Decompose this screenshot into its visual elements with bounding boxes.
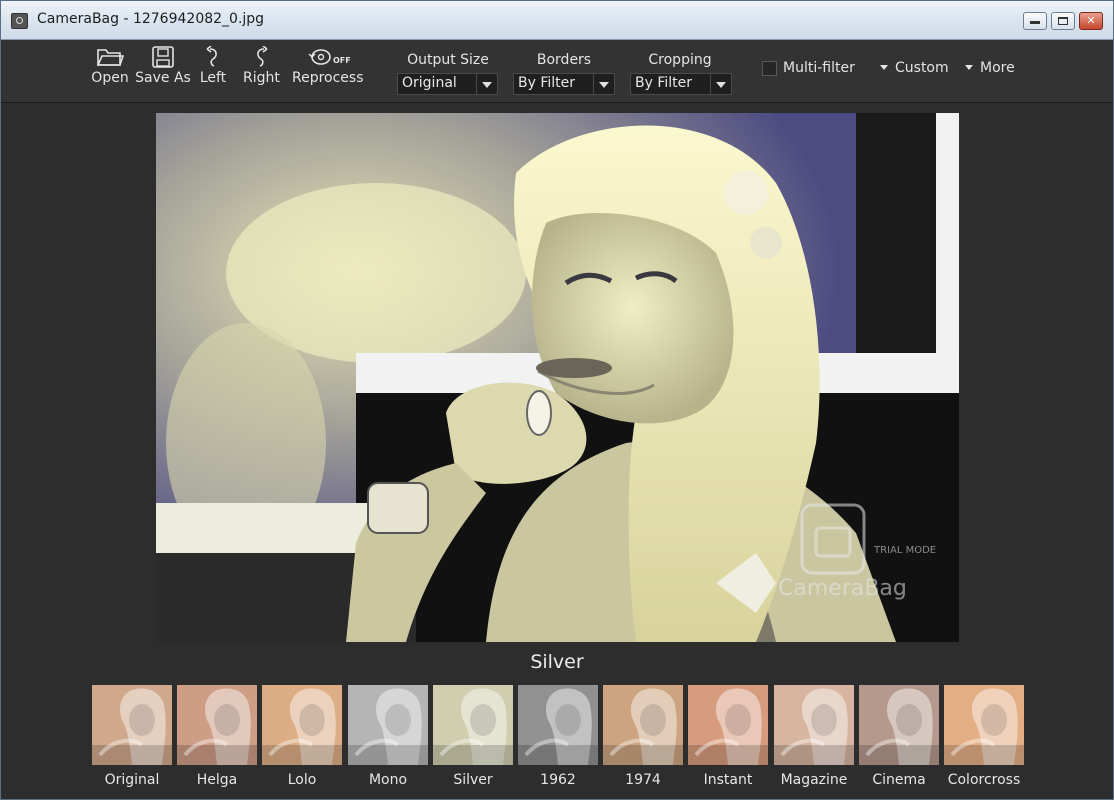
borders-label: Borders	[536, 52, 592, 68]
rotate-left-button[interactable]: Left	[197, 42, 229, 86]
rotate-right-button[interactable]: Right	[243, 42, 280, 86]
filter-label: Magazine	[780, 772, 848, 788]
filter-label: Silver	[453, 772, 493, 788]
camerabag-app-icon	[11, 13, 28, 29]
save-icon	[152, 46, 174, 68]
filter-thumbnail[interactable]	[262, 685, 342, 765]
save-as-button[interactable]: Save As	[135, 42, 191, 86]
filter-preview-image	[518, 685, 598, 765]
open-button[interactable]: Open	[91, 42, 129, 86]
borders-value: By Filter	[518, 75, 576, 91]
minimize-button[interactable]	[1023, 12, 1047, 30]
close-button[interactable]: ✕	[1079, 12, 1103, 30]
cropping-label: Cropping	[648, 52, 712, 68]
output-size-label: Output Size	[407, 52, 489, 68]
filter-preview-image	[433, 685, 513, 765]
photo-preview[interactable]: TRIAL MODE CameraBag	[156, 113, 959, 642]
filter-preview-image	[774, 685, 854, 765]
cropping-value: By Filter	[635, 75, 693, 91]
filter-thumbnail[interactable]	[688, 685, 768, 765]
filter-label: Original	[104, 772, 160, 788]
triangle-down-icon	[965, 65, 973, 70]
reprocess-button[interactable]: OFF Reprocess	[292, 42, 364, 86]
borders-select[interactable]: By Filter	[513, 73, 615, 95]
chevron-down-icon	[476, 74, 497, 94]
filter-thumbnail[interactable]	[603, 685, 683, 765]
filter-label: 1962	[540, 772, 576, 788]
preview-area: TRIAL MODE CameraBag Silver Original Helg…	[1, 103, 1113, 799]
maximize-button[interactable]	[1051, 12, 1075, 30]
svg-text:CameraBag: CameraBag	[778, 576, 907, 601]
filter-thumbnail[interactable]	[92, 685, 172, 765]
filter-preview-image	[348, 685, 428, 765]
rotate-left-icon	[206, 46, 217, 67]
filter-thumbnail[interactable]	[944, 685, 1024, 765]
output-size-value: Original	[402, 75, 457, 91]
save-as-label: Save As	[135, 70, 191, 86]
filter-preview-image	[859, 685, 939, 765]
svg-text:OFF: OFF	[333, 56, 351, 65]
right-label: Right	[243, 70, 280, 86]
filter-thumbnail[interactable]	[177, 685, 257, 765]
silver-filtered-portrait-image: TRIAL MODE CameraBag	[156, 113, 959, 642]
multi-filter-label[interactable]: Multi-filter	[783, 60, 855, 76]
filter-preview-image	[603, 685, 683, 765]
custom-dropdown[interactable]: Custom	[880, 60, 949, 76]
custom-label: Custom	[895, 60, 949, 76]
filter-preview-image	[262, 685, 342, 765]
filter-label: Instant	[703, 772, 753, 788]
svg-text:TRIAL MODE: TRIAL MODE	[873, 545, 936, 556]
chevron-down-icon	[710, 74, 731, 94]
more-label: More	[980, 60, 1015, 76]
filter-preview-image	[688, 685, 768, 765]
filter-thumbnail[interactable]	[774, 685, 854, 765]
filter-label: Cinema	[872, 772, 926, 788]
filter-thumbnail[interactable]	[433, 685, 513, 765]
filter-label: Mono	[368, 772, 408, 788]
output-size-select[interactable]: Original	[397, 73, 498, 95]
chevron-down-icon	[593, 74, 614, 94]
filter-thumbnail[interactable]	[348, 685, 428, 765]
filter-label: Lolo	[287, 772, 317, 788]
filter-preview-image	[944, 685, 1024, 765]
minimize-icon	[1030, 21, 1040, 24]
reprocess-icon: OFF	[308, 49, 351, 65]
filter-preview-image	[177, 685, 257, 765]
maximize-icon	[1058, 17, 1068, 25]
filter-preview-image	[92, 685, 172, 765]
window-title: CameraBag - 1276942082_0.jpg	[37, 11, 265, 27]
filter-label: Colorcross	[947, 772, 1021, 788]
cropping-select[interactable]: By Filter	[630, 73, 732, 95]
filter-label: Helga	[196, 772, 238, 788]
title-bar[interactable]: CameraBag - 1276942082_0.jpg ✕	[1, 1, 1113, 40]
more-dropdown[interactable]: More	[965, 60, 1015, 76]
reprocess-label: Reprocess	[292, 70, 364, 86]
left-label: Left	[199, 70, 227, 86]
open-label: Open	[91, 70, 129, 86]
toolbar: Open Save As Left Right OFF Reprocess Ou…	[1, 40, 1113, 103]
multi-filter-checkbox[interactable]	[762, 61, 777, 76]
filter-thumbnail[interactable]	[518, 685, 598, 765]
filter-label: 1974	[625, 772, 661, 788]
current-filter-name: Silver	[530, 651, 584, 673]
close-icon: ✕	[1086, 14, 1096, 27]
filter-thumbnail[interactable]	[859, 685, 939, 765]
rotate-right-icon	[257, 46, 268, 67]
triangle-down-icon	[880, 65, 888, 70]
app-window: CameraBag - 1276942082_0.jpg ✕ Open Save…	[0, 0, 1114, 800]
folder-icon	[96, 49, 124, 66]
